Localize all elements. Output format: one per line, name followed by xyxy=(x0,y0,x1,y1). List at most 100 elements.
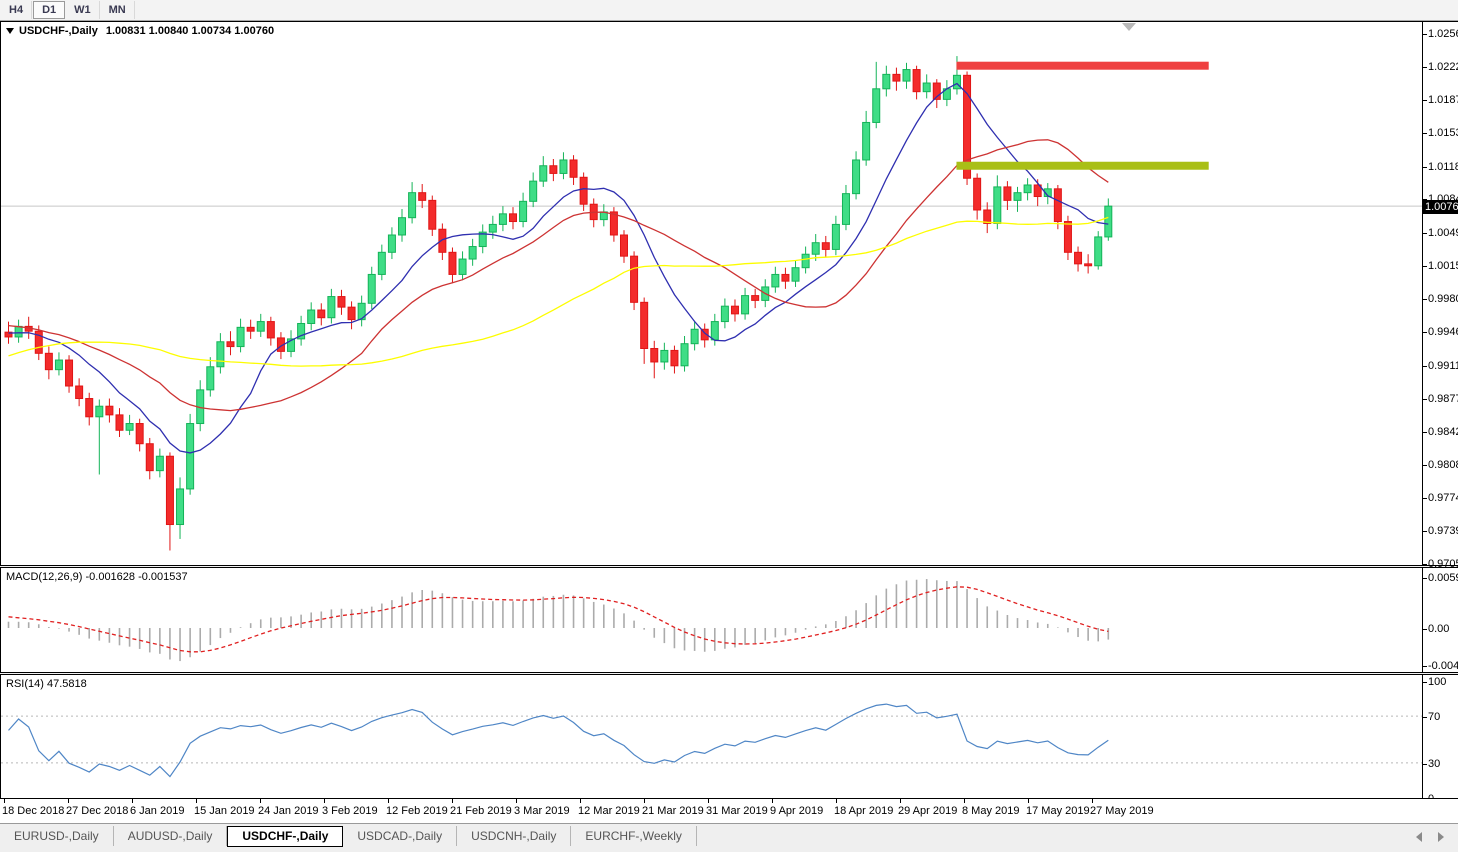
rsi-label: RSI(14) xyxy=(6,678,44,690)
bear-candle xyxy=(76,386,83,399)
bear-candle xyxy=(782,274,789,281)
time-axis-tick xyxy=(4,799,5,803)
bear-candle xyxy=(136,424,143,444)
price-axis-tick xyxy=(1423,366,1427,367)
price-axis-label: 1.00490 xyxy=(1428,227,1458,239)
bull-candle xyxy=(1014,193,1021,201)
price-axis-tick xyxy=(1423,531,1427,532)
bull-candle xyxy=(499,214,506,225)
bull-candle xyxy=(1105,206,1112,237)
price-axis-tick xyxy=(1423,399,1427,400)
candlestick-chart[interactable] xyxy=(1,22,1422,565)
chart-header: USDCHF-,Daily1.00831 1.00840 1.00734 1.0… xyxy=(6,25,274,37)
price-axis-label: 1.02560 xyxy=(1428,28,1458,40)
rsi-plot-area[interactable]: RSI(14) 47.5818 xyxy=(1,675,1423,798)
timeframe-button-mn[interactable]: MN xyxy=(101,1,135,19)
bear-candle xyxy=(1075,252,1082,264)
timeframe-button-h4[interactable]: H4 xyxy=(1,1,32,19)
time-axis-label: 18 Dec 2018 xyxy=(2,805,64,817)
price-axis-label: 1.02220 xyxy=(1428,61,1458,73)
time-axis-tick xyxy=(900,799,901,803)
bull-candle xyxy=(883,74,890,88)
rsi-axis-label: 70 xyxy=(1428,711,1440,723)
bull-candle xyxy=(520,201,527,221)
timeframe-toolbar: H4D1W1MN xyxy=(0,0,1458,21)
mouse-cursor-marker xyxy=(1122,23,1136,31)
bear-candle xyxy=(1064,222,1071,253)
price-axis-label: 1.01180 xyxy=(1428,161,1458,173)
time-axis-tick xyxy=(772,799,773,803)
chart-tab-eurusd[interactable]: EURUSD-,Daily xyxy=(0,826,114,846)
bull-candle xyxy=(721,306,728,321)
rsi-chart[interactable] xyxy=(1,675,1422,798)
resistance-band[interactable] xyxy=(956,62,1208,70)
price-axis-label: 1.00840 xyxy=(1428,193,1458,205)
chart-tab-eurchf[interactable]: EURCHF-,Weekly xyxy=(571,826,696,846)
time-axis-label: 29 Apr 2019 xyxy=(898,805,957,817)
price-axis-label: 0.99460 xyxy=(1428,326,1458,338)
bull-candle xyxy=(15,326,22,337)
time-axis-label: 21 Mar 2019 xyxy=(642,805,704,817)
chart-dropdown-icon[interactable] xyxy=(6,28,14,34)
bull-candle xyxy=(1024,185,1031,193)
macd-chart[interactable] xyxy=(1,568,1422,672)
price-axis[interactable]: 1.00760 1.025601.022201.018701.015301.01… xyxy=(1423,22,1458,565)
time-axis-label: 12 Mar 2019 xyxy=(578,805,640,817)
macd-axis-tick xyxy=(1423,629,1427,630)
bear-candle xyxy=(550,166,557,174)
price-axis-tick xyxy=(1423,100,1427,101)
rsi-pane: RSI(14) 47.5818 10070300 xyxy=(0,674,1458,799)
price-axis-label: 0.99110 xyxy=(1428,360,1458,372)
time-axis-label: 27 Dec 2018 xyxy=(66,805,128,817)
time-axis-tick xyxy=(836,799,837,803)
bear-candle xyxy=(822,243,829,250)
bear-candle xyxy=(86,399,93,417)
price-axis-tick xyxy=(1423,233,1427,234)
chart-tab-usdcnh[interactable]: USDCNH-,Daily xyxy=(457,826,571,846)
bear-candle xyxy=(651,348,658,361)
tab-scroll-right-icon[interactable] xyxy=(1438,832,1444,842)
chart-tab-usdcad[interactable]: USDCAD-,Daily xyxy=(343,826,457,846)
macd-header: MACD(12,26,9) -0.001628 -0.001537 xyxy=(6,571,188,583)
time-axis[interactable]: 18 Dec 201827 Dec 20186 Jan 201915 Jan 2… xyxy=(0,799,1458,823)
bull-candle xyxy=(177,489,184,525)
macd-signal-line xyxy=(9,587,1109,652)
bear-candle xyxy=(116,415,123,430)
bear-candle xyxy=(752,296,759,301)
timeframe-button-w1[interactable]: W1 xyxy=(66,1,100,19)
bear-candle xyxy=(449,252,456,274)
time-axis-label: 3 Mar 2019 xyxy=(514,805,570,817)
bull-candle xyxy=(237,327,244,346)
chart-tab-audusd[interactable]: AUDUSD-,Daily xyxy=(114,826,228,846)
time-axis-tick xyxy=(516,799,517,803)
bull-candle xyxy=(187,424,194,489)
bull-candle xyxy=(328,297,335,318)
bear-candle xyxy=(106,406,113,415)
price-axis-label: 0.98420 xyxy=(1428,426,1458,438)
bull-candle xyxy=(489,224,496,232)
chart-tab-usdchf[interactable]: USDCHF-,Daily xyxy=(227,826,343,847)
rsi-axis[interactable]: 10070300 xyxy=(1423,675,1458,798)
price-axis-label: 0.99800 xyxy=(1428,293,1458,305)
time-axis-label: 31 Mar 2019 xyxy=(706,805,768,817)
time-axis-tick xyxy=(196,799,197,803)
rsi-value: 47.5818 xyxy=(47,678,87,690)
timeframe-button-d1[interactable]: D1 xyxy=(33,1,65,19)
tab-scroll-left-icon[interactable] xyxy=(1416,832,1422,842)
time-axis-label: 12 Feb 2019 xyxy=(386,805,448,817)
macd-axis[interactable]: 0.005970.00-0.00424 xyxy=(1423,568,1458,672)
bull-candle xyxy=(832,224,839,249)
price-plot-area[interactable]: USDCHF-,Daily1.00831 1.00840 1.00734 1.0… xyxy=(1,22,1423,565)
support-band[interactable] xyxy=(956,162,1208,170)
time-axis-label: 18 Apr 2019 xyxy=(834,805,893,817)
macd-plot-area[interactable]: MACD(12,26,9) -0.001628 -0.001537 xyxy=(1,568,1423,672)
bull-candle xyxy=(308,310,315,323)
price-chart-pane: USDCHF-,Daily1.00831 1.00840 1.00734 1.0… xyxy=(0,21,1458,566)
bear-candle xyxy=(641,302,648,348)
bull-candle xyxy=(711,322,718,340)
bear-candle xyxy=(620,235,627,256)
bull-candle xyxy=(368,274,375,303)
chart-tab-bar: EURUSD-,DailyAUDUSD-,DailyUSDCHF-,DailyU… xyxy=(0,823,1458,852)
bull-candle xyxy=(96,406,103,417)
bear-candle xyxy=(247,327,254,331)
